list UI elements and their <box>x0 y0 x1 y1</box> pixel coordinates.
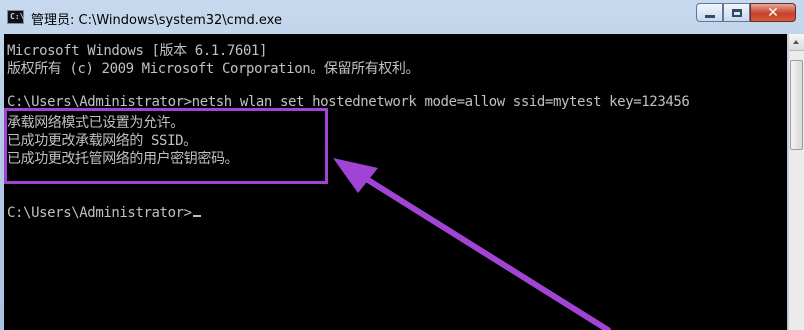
scroll-thumb[interactable] <box>790 60 803 150</box>
scroll-up-arrow-icon[interactable] <box>789 34 804 51</box>
text-cursor <box>192 215 201 217</box>
window-title: 管理员: C:\Windows\system32\cmd.exe <box>31 13 282 28</box>
console-prompt-line: C:\Users\Administrator> <box>7 205 201 221</box>
vertical-scrollbar[interactable] <box>788 34 804 330</box>
window-controls: ✕ <box>696 3 796 23</box>
close-icon: ✕ <box>767 4 779 21</box>
minimize-icon <box>704 14 715 18</box>
minimize-button[interactable] <box>696 3 723 22</box>
console-line-version: Microsoft Windows [版本 6.1.7601] <box>7 43 268 59</box>
maximize-icon <box>731 8 742 17</box>
close-button[interactable]: ✕ <box>750 3 796 22</box>
title-bar[interactable]: C:\ 管理员: C:\Windows\system32\cmd.exe ✕ <box>0 0 804 34</box>
console-line-copyright: 版权所有 (c) 2009 Microsoft Corporation。保留所有… <box>7 61 420 77</box>
console-prompt: C:\Users\Administrator> <box>7 205 192 221</box>
maximize-button[interactable] <box>723 3 750 22</box>
cmd-icon[interactable]: C:\ <box>7 10 24 24</box>
highlight-box <box>4 108 328 184</box>
